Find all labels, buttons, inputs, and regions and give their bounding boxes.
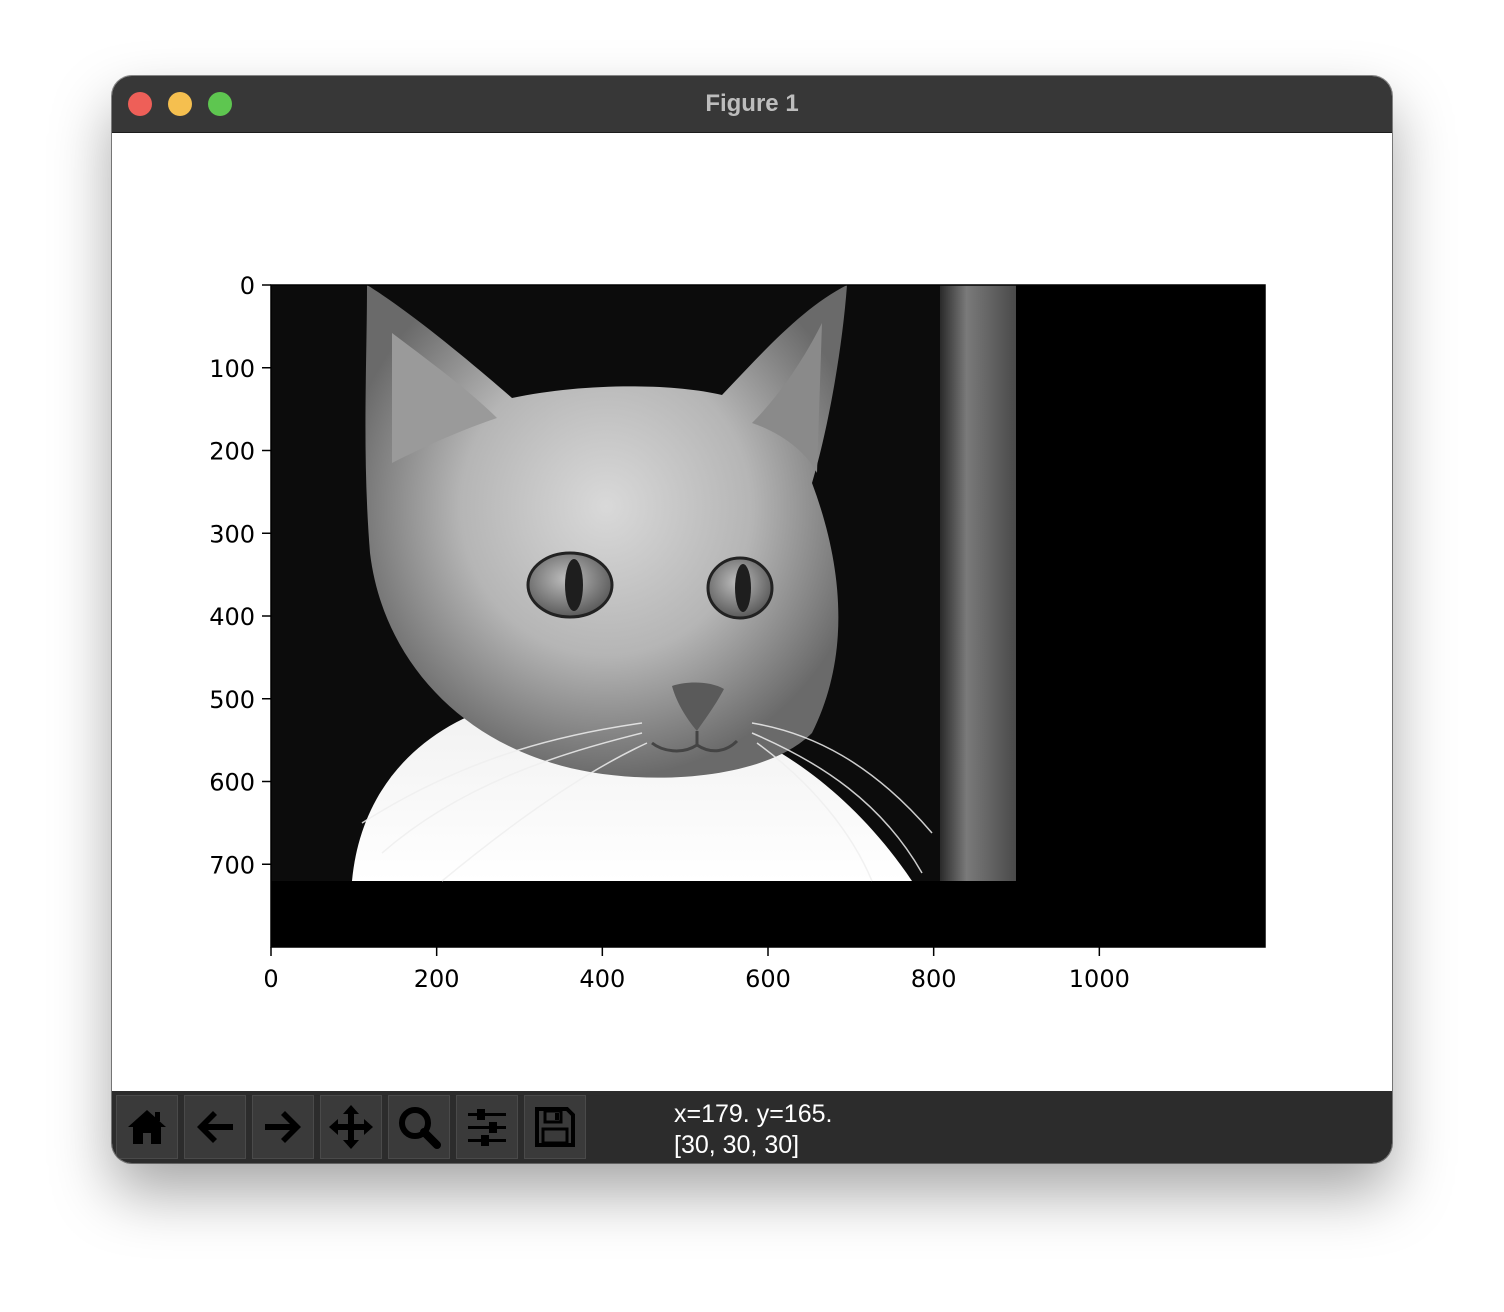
y-tick-label: 400	[209, 603, 255, 631]
cat-image	[271, 285, 1016, 882]
zoom-button[interactable]	[388, 1095, 450, 1159]
move-icon	[329, 1105, 373, 1149]
floppy-disk-icon	[535, 1107, 575, 1147]
x-tick-label: 200	[414, 965, 460, 993]
y-tick-label: 100	[209, 355, 255, 383]
figure-window: Figure 1 0 200 400 600 800 1000 0 100 20…	[112, 76, 1392, 1163]
x-axis: 0 200 400 600 800 1000	[263, 947, 1130, 993]
y-tick-label: 700	[209, 851, 255, 879]
y-tick-label: 300	[209, 520, 255, 548]
y-tick-label: 500	[209, 686, 255, 714]
x-tick-label: 600	[745, 965, 791, 993]
arrow-right-icon	[265, 1111, 301, 1143]
arrow-left-icon	[197, 1111, 233, 1143]
configure-subplots-button[interactable]	[456, 1095, 518, 1159]
navigation-toolbar: x=179. y=165. [30, 30, 30]	[112, 1091, 1392, 1163]
y-tick-label: 200	[209, 438, 255, 466]
pixel-value: [30, 30, 30]	[674, 1131, 800, 1159]
home-button[interactable]	[116, 1095, 178, 1159]
title-bar: Figure 1	[112, 76, 1392, 133]
y-axis: 0 100 200 300 400 500 600 700	[209, 272, 271, 879]
save-button[interactable]	[524, 1095, 586, 1159]
x-tick-label: 1000	[1069, 965, 1130, 993]
magnifier-icon	[399, 1107, 441, 1149]
back-button[interactable]	[184, 1095, 246, 1159]
x-tick-label: 800	[911, 965, 957, 993]
cursor-coordinates: x=179. y=165.	[674, 1100, 833, 1128]
figure-canvas[interactable]: 0 200 400 600 800 1000 0 100 200 300 400 500 600 700	[112, 133, 1392, 1091]
plot-area[interactable]: 0 200 400 600 800 1000 0 100 200 300 400 500 600 700	[112, 133, 1392, 1091]
status-readout: x=179. y=165. [30, 30, 30]	[674, 1099, 832, 1161]
sliders-icon	[468, 1109, 506, 1146]
x-tick-label: 0	[263, 965, 278, 993]
forward-button[interactable]	[252, 1095, 314, 1159]
pan-button[interactable]	[320, 1095, 382, 1159]
home-icon	[128, 1110, 166, 1144]
y-tick-label: 600	[209, 769, 255, 797]
window-title: Figure 1	[705, 90, 799, 117]
y-tick-label: 0	[240, 272, 255, 300]
x-tick-label: 400	[579, 965, 625, 993]
